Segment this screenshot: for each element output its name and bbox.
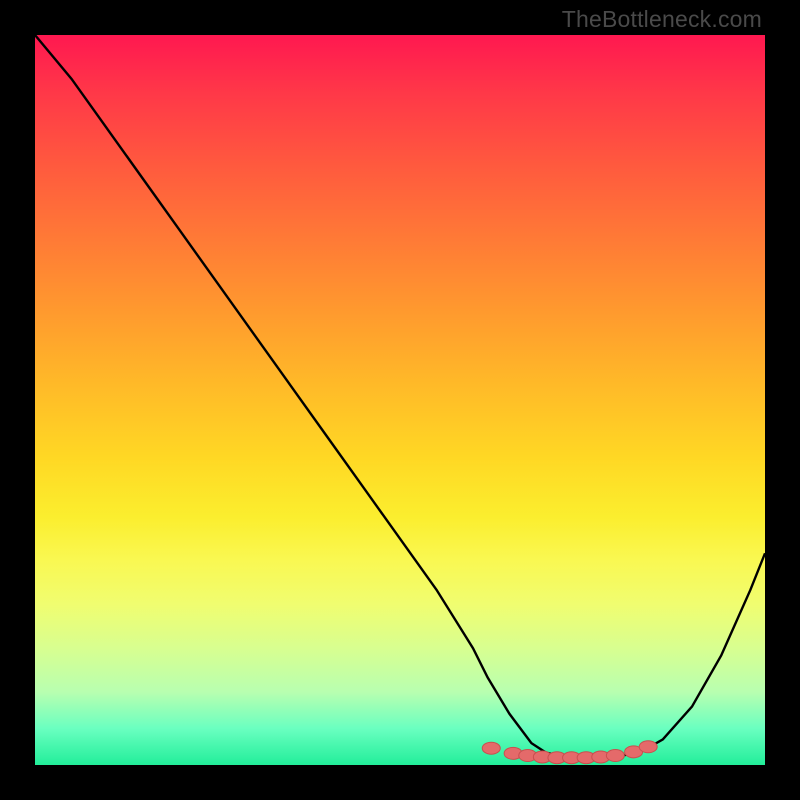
bottleneck-curve xyxy=(35,35,765,758)
chart-container: TheBottleneck.com xyxy=(0,0,800,800)
watermark-text: TheBottleneck.com xyxy=(562,6,762,33)
chart-svg xyxy=(35,35,765,765)
marker-dot xyxy=(482,742,500,754)
marker-dots xyxy=(482,741,657,764)
plot-area xyxy=(35,35,765,765)
marker-dot xyxy=(606,750,624,762)
marker-dot xyxy=(639,741,657,753)
